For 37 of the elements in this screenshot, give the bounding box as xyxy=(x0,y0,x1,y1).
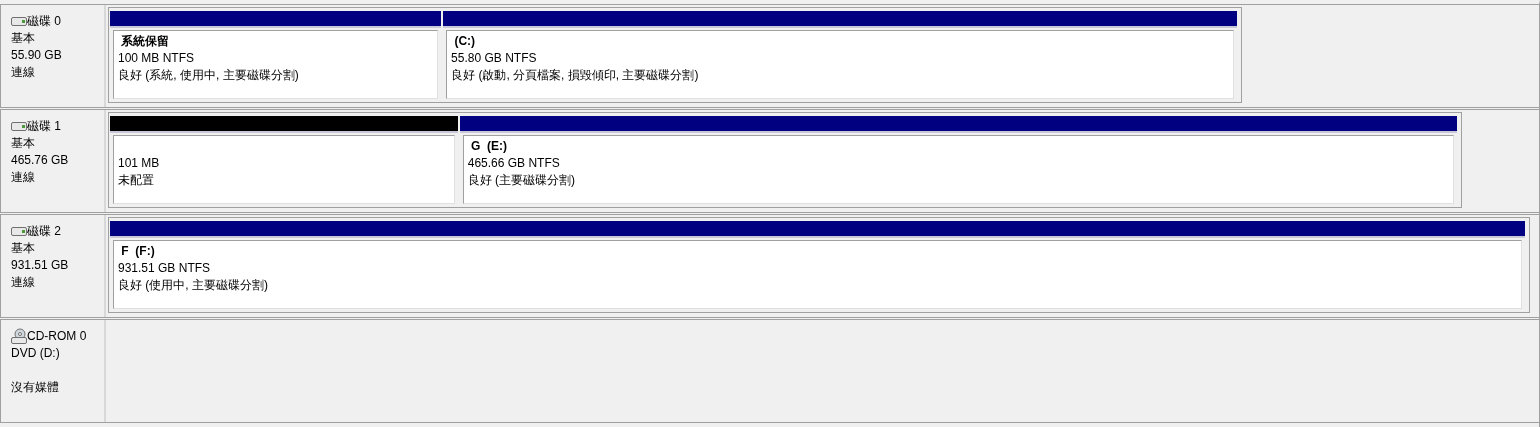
disk-name: 磁碟 2 xyxy=(27,223,61,239)
disk-info: 基本 xyxy=(11,30,36,46)
partition-size: 100 MB NTFS xyxy=(118,50,196,67)
disk-info: 連線 xyxy=(11,64,36,80)
partition-name: (C:) xyxy=(453,33,477,50)
disk-label-panel[interactable]: 磁碟 2 基本 931.51 GB 連線 xyxy=(0,215,106,317)
disk-info: 連線 xyxy=(11,274,36,290)
partition-size: 55.80 GB NTFS xyxy=(451,50,538,67)
disk-name: 磁碟 0 xyxy=(27,13,61,29)
disk-info: 465.76 GB xyxy=(11,152,70,168)
disk-info: 931.51 GB xyxy=(11,257,70,273)
disk-label-panel[interactable]: 磁碟 0 基本 55.90 GB 連線 xyxy=(0,5,106,107)
disk-drive-icon xyxy=(11,121,27,131)
cd-drive-icon xyxy=(11,328,27,344)
disk-name: CD-ROM 0 xyxy=(27,328,87,344)
partition-status: 良好 (使用中, 主要磁碟分割) xyxy=(118,277,269,294)
disk-info: 基本 xyxy=(11,240,36,256)
partition-size: 465.66 GB NTFS xyxy=(467,155,561,172)
partition-status: 良好 (主要磁碟分割) xyxy=(467,172,577,189)
partition-status: 未配置 xyxy=(118,172,155,189)
disk-name: 磁碟 1 xyxy=(27,118,61,134)
disk-label-panel[interactable]: 磁碟 1 基本 465.76 GB 連線 xyxy=(0,110,106,212)
partition-status: 良好 (系統, 使用中, 主要磁碟分割) xyxy=(118,67,300,84)
disk-info: 沒有媒體 xyxy=(11,379,60,395)
partition-size: 101 MB xyxy=(118,155,161,172)
disk-info: DVD (D:) xyxy=(11,345,61,361)
partition-name: 系統保留 xyxy=(120,33,171,50)
disk-label-panel[interactable]: CD-ROM 0 DVD (D:) 沒有媒體 xyxy=(0,320,106,422)
disk-drive-icon xyxy=(11,16,27,26)
partition-status: 良好 (啟動, 分頁檔案, 損毀傾印, 主要磁碟分割) xyxy=(451,67,700,84)
partition-name: G (E:) xyxy=(470,138,509,155)
disk-drive-icon xyxy=(11,226,27,236)
partition-size: 931.51 GB NTFS xyxy=(118,260,212,277)
partition-name: F (F:) xyxy=(120,243,156,260)
disk-info: 55.90 GB xyxy=(11,47,63,63)
disk-info: 連線 xyxy=(11,169,36,185)
disk-info: 基本 xyxy=(11,135,36,151)
